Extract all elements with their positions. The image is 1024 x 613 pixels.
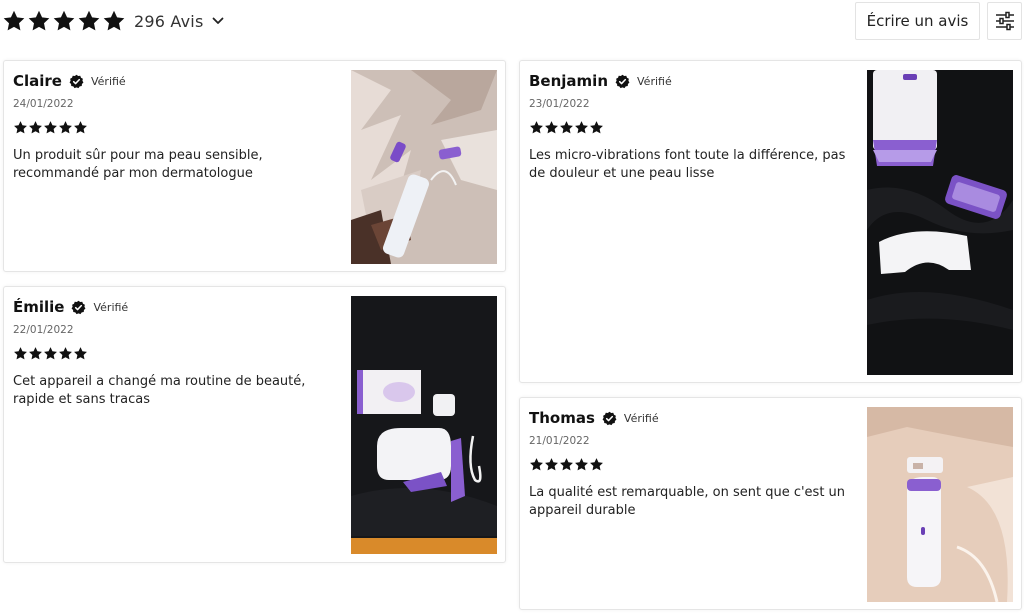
- review-card: Thomas Vérifié 21/01/2022 La qualité est…: [519, 397, 1022, 610]
- product-photo-image: [351, 296, 497, 554]
- review-count: 296 Avis: [134, 11, 204, 31]
- star-icon: [544, 120, 559, 135]
- chevron-down-icon: [213, 17, 224, 24]
- star-icon: [589, 120, 604, 135]
- product-photo-image: [867, 407, 1013, 602]
- review-rating-stars: [13, 346, 88, 361]
- review-date: 24/01/2022: [13, 98, 74, 110]
- star-icon: [529, 120, 544, 135]
- review-rating-stars: [529, 457, 604, 472]
- review-rating-stars: [529, 120, 604, 135]
- review-photo[interactable]: [867, 407, 1013, 602]
- review-rating-stars: [13, 120, 88, 135]
- filter-button[interactable]: [987, 2, 1022, 40]
- star-icon: [102, 9, 126, 33]
- review-date: 22/01/2022: [13, 324, 74, 336]
- star-icon: [77, 9, 101, 33]
- verified-check-icon: [72, 300, 86, 314]
- verified-check-icon: [615, 74, 630, 88]
- review-count-dropdown[interactable]: 296 Avis: [134, 10, 225, 32]
- product-photo-image: [867, 70, 1013, 375]
- star-icon: [58, 346, 73, 361]
- reviewer-name: Thomas: [529, 409, 595, 427]
- star-icon: [559, 120, 574, 135]
- star-icon: [73, 120, 88, 135]
- sliders-icon: [995, 11, 1014, 31]
- star-icon: [52, 9, 76, 33]
- review-text: Les micro-vibrations font toute la diffé…: [529, 148, 846, 181]
- review-text: Un produit sûr pour ma peau sensible, re…: [13, 148, 263, 181]
- star-icon: [58, 120, 73, 135]
- star-icon: [2, 9, 26, 33]
- reviewer-name: Émilie: [13, 298, 65, 316]
- star-icon: [28, 346, 43, 361]
- verified-label: Vérifié: [90, 74, 126, 88]
- write-review-button[interactable]: Écrire un avis: [855, 2, 980, 40]
- verified-label: Vérifié: [623, 411, 659, 425]
- star-icon: [28, 120, 43, 135]
- verified-check-icon: [602, 411, 617, 425]
- reviewer-name: Claire: [13, 72, 62, 90]
- star-icon: [13, 346, 28, 361]
- star-icon: [544, 457, 559, 472]
- star-icon: [574, 120, 589, 135]
- star-icon: [13, 120, 28, 135]
- reviewer-name: Benjamin: [529, 72, 608, 90]
- review-text: Cet appareil a changé ma routine de beau…: [13, 374, 306, 407]
- review-date: 21/01/2022: [529, 435, 590, 447]
- verified-label: Vérifié: [93, 300, 129, 314]
- review-photo[interactable]: [867, 70, 1013, 375]
- review-card: Benjamin Vérifié 23/01/2022 Les micro-vi…: [519, 60, 1022, 383]
- review-photo[interactable]: [351, 296, 497, 554]
- star-icon: [27, 9, 51, 33]
- star-icon: [574, 457, 589, 472]
- star-icon: [43, 120, 58, 135]
- review-text: La qualité est remarquable, on sent que …: [529, 485, 846, 518]
- verified-label: Vérifié: [637, 74, 672, 88]
- verified-check-icon: [69, 74, 84, 88]
- star-icon: [589, 457, 604, 472]
- average-rating-stars: [2, 9, 126, 33]
- review-card: Émilie Vérifié 22/01/2022 Cet appareil a…: [3, 286, 506, 563]
- reviews-header: 296 Avis Écrire un avis: [0, 0, 1024, 44]
- star-icon: [43, 346, 58, 361]
- review-card: Claire Vérifié 24/01/2022 Un produit sûr…: [3, 60, 506, 272]
- review-photo[interactable]: [351, 70, 497, 264]
- star-icon: [529, 457, 544, 472]
- star-icon: [559, 457, 574, 472]
- star-icon: [73, 346, 88, 361]
- product-photo-image: [351, 70, 497, 264]
- review-date: 23/01/2022: [529, 98, 590, 110]
